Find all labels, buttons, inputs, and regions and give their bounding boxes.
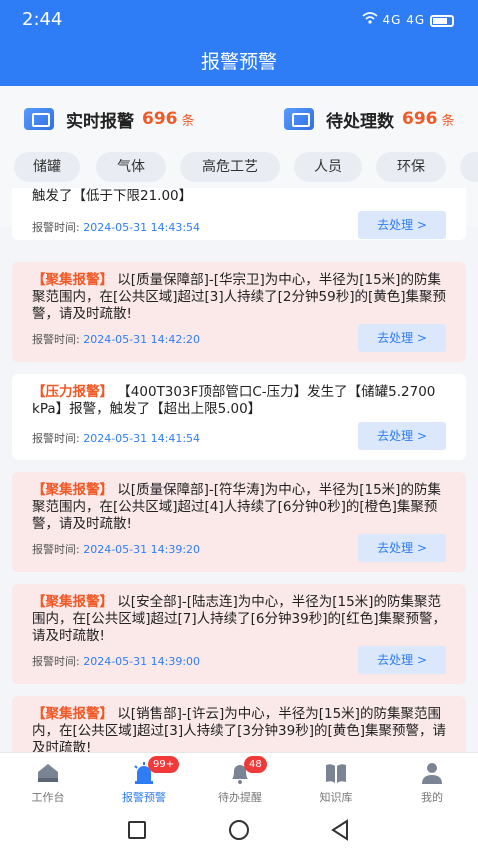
alarm-time: 报警时间: 2024-05-31 14:41:54	[32, 430, 200, 446]
alarm-message: 【聚集报警】 以[销售部]-[许云]为中心，半径为[15米]的防集聚范围内，在[…	[32, 696, 446, 752]
tab-label: 待办提醒	[218, 791, 262, 804]
alarm-time-value: 2024-05-31 14:41:54	[83, 432, 201, 445]
todo-count-badge: 48	[244, 756, 267, 773]
alarm-time-label: 报警时间:	[32, 655, 80, 668]
realtime-alarm-count: 696	[142, 109, 178, 129]
category-chip-hazard-process[interactable]: 高危工艺	[180, 152, 280, 182]
alarm-time-value: 2024-05-31 14:42:20	[83, 333, 201, 346]
alarm-type-tag: 【聚集报警】	[32, 706, 113, 722]
battery-icon	[430, 14, 454, 27]
pending-stat[interactable]: 待处理数 696 条	[284, 106, 455, 132]
circle-home-icon[interactable]	[229, 820, 249, 840]
alarm-card: 【压力报警】 【400T303F顶部管口C-压力】发生了【储罐5.2700 kP…	[12, 374, 466, 460]
alarm-card: 触发了【低于下限21.00】 报警时间: 2024-05-31 14:43:54…	[12, 188, 466, 240]
alarm-time-label: 报警时间:	[32, 543, 80, 556]
alarm-time-value: 2024-05-31 14:43:54	[83, 221, 201, 234]
status-time: 2:44	[22, 9, 63, 30]
alarm-time: 报警时间: 2024-05-31 14:42:20	[32, 331, 200, 347]
alarm-card: 【聚集报警】 以[销售部]-[许云]为中心，半径为[15米]的防集聚范围内，在[…	[12, 696, 466, 752]
handle-button[interactable]: 去处理 >	[358, 211, 446, 239]
alarm-type-tag: 【聚集报警】	[32, 594, 113, 610]
realtime-alarm-label: 实时报警	[66, 111, 134, 132]
alarm-time: 报警时间: 2024-05-31 14:39:20	[32, 541, 200, 557]
alarm-count-badge: 99+	[148, 756, 180, 773]
alarm-time-value: 2024-05-31 14:39:20	[83, 543, 201, 556]
wifi-icon	[362, 12, 383, 27]
alarm-type-tag: 【压力报警】	[32, 384, 113, 400]
alarm-message: 【聚集报警】 以[质量保障部]-[符华涛]为中心，半径为[15米]的防集聚范围内…	[32, 472, 446, 533]
category-chip-gas[interactable]: 气体	[96, 152, 166, 182]
alarm-time-label: 报警时间:	[32, 333, 80, 346]
signal-icon: 4G 4G	[382, 13, 426, 27]
alarm-list[interactable]: 触发了【低于下限21.00】 报警时间: 2024-05-31 14:43:54…	[0, 188, 478, 752]
alarm-card: 【聚集报警】 以[质量保障部]-[符华涛]为中心，半径为[15米]的防集聚范围内…	[12, 472, 466, 572]
tab-todo-reminder[interactable]: 48 待办提醒	[192, 753, 288, 811]
bottom-tab-bar: 工作台 99+ 报警预警 48 待办提醒 知识库 我的	[0, 752, 478, 810]
category-chip-more[interactable]	[460, 152, 478, 182]
tab-mine[interactable]: 我的	[384, 753, 478, 811]
triangle-back-icon[interactable]	[330, 819, 350, 841]
realtime-alarm-stat[interactable]: 实时报警 696 条	[24, 106, 195, 132]
alarm-time-value: 2024-05-31 14:39:00	[83, 655, 201, 668]
handle-button[interactable]: 去处理 >	[358, 422, 446, 450]
system-nav-bar	[0, 810, 478, 850]
tab-label: 知识库	[319, 791, 353, 804]
tab-workbench[interactable]: 工作台	[0, 753, 96, 811]
tab-label: 我的	[421, 791, 443, 804]
alarm-time-label: 报警时间:	[32, 432, 80, 445]
alarm-type-tag: 【聚集报警】	[32, 482, 113, 498]
status-bar: 2:44 4G 4G	[0, 0, 478, 40]
handle-button[interactable]: 去处理 >	[358, 646, 446, 674]
monitor-icon	[24, 108, 54, 130]
tab-label: 工作台	[31, 791, 65, 804]
alarm-time: 报警时间: 2024-05-31 14:39:00	[32, 653, 200, 669]
document-icon	[284, 108, 314, 130]
square-icon[interactable]	[128, 821, 146, 839]
alarm-type-tag: 【聚集报警】	[32, 272, 113, 288]
app-bar: 报警预警	[0, 40, 478, 86]
pending-count: 696	[402, 109, 438, 129]
pending-unit: 条	[441, 113, 455, 129]
alarm-time-label: 报警时间:	[32, 221, 80, 234]
handle-button[interactable]: 去处理 >	[358, 324, 446, 352]
alarm-card: 【聚集报警】 以[安全部]-[陆志连]为中心，半径为[15米]的防集聚范围内，在…	[12, 584, 466, 684]
pending-label: 待处理数	[326, 111, 394, 132]
book-icon	[324, 761, 348, 785]
category-chip-tank[interactable]: 储罐	[14, 152, 80, 182]
alarm-message: 触发了【低于下限21.00】	[32, 188, 446, 205]
alarm-time: 报警时间: 2024-05-31 14:43:54	[32, 219, 200, 235]
alarm-message: 【聚集报警】 以[质量保障部]-[华宗卫]为中心，半径为[15米]的防集聚范围内…	[32, 262, 446, 323]
tab-label: 报警预警	[122, 791, 166, 804]
handle-button[interactable]: 去处理 >	[358, 534, 446, 562]
realtime-alarm-unit: 条	[181, 113, 195, 129]
category-chip-personnel[interactable]: 人员	[294, 152, 362, 182]
category-tabs: 储罐 气体 高危工艺 人员 环保	[0, 152, 478, 182]
status-icons: 4G 4G	[362, 12, 454, 27]
home-icon	[36, 761, 60, 785]
alarm-text: 触发了【低于下限21.00】	[32, 188, 193, 204]
tab-knowledge-base[interactable]: 知识库	[288, 753, 384, 811]
alarm-card: 【聚集报警】 以[质量保障部]-[华宗卫]为中心，半径为[15米]的防集聚范围内…	[12, 262, 466, 362]
tab-alarm-warning[interactable]: 99+ 报警预警	[96, 753, 192, 811]
user-icon	[420, 761, 444, 785]
page-title: 报警预警	[200, 51, 277, 73]
category-chip-environment[interactable]: 环保	[376, 152, 446, 182]
alarm-message: 【压力报警】 【400T303F顶部管口C-压力】发生了【储罐5.2700 kP…	[32, 374, 446, 418]
alarm-message: 【聚集报警】 以[安全部]-[陆志连]为中心，半径为[15米]的防集聚范围内，在…	[32, 584, 446, 645]
